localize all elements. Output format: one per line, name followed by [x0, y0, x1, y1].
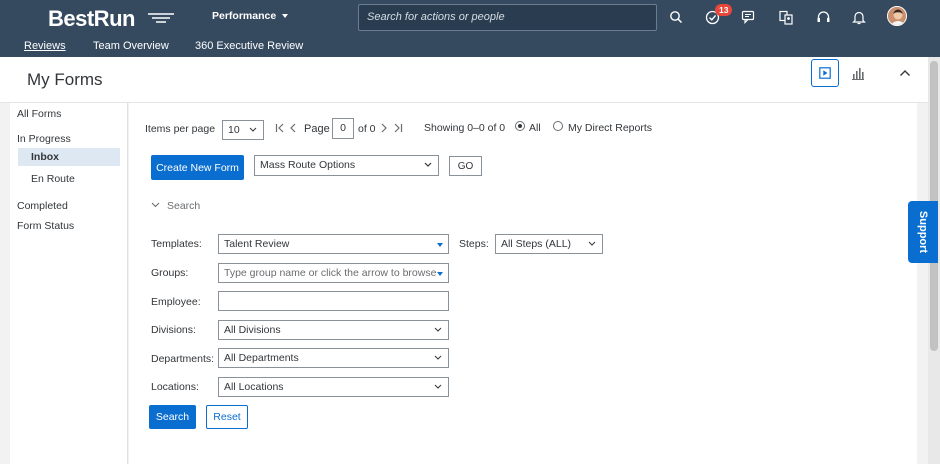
reset-button[interactable]: Reset	[206, 405, 248, 429]
radio-all-label: All	[529, 122, 541, 134]
page-number-input[interactable]: 0	[332, 118, 354, 139]
radio-all[interactable]	[515, 121, 525, 131]
create-new-form-button[interactable]: Create New Form	[151, 155, 244, 180]
dropdown-arrow-icon	[437, 243, 443, 247]
items-per-page-select[interactable]: 10	[222, 120, 264, 140]
notification-count-badge: 13	[715, 4, 733, 16]
chevron-up-icon	[900, 70, 910, 76]
next-page-icon[interactable]	[380, 123, 388, 133]
locations-label: Locations:	[151, 381, 199, 393]
shell-search-input[interactable]: Search for actions or people	[358, 4, 657, 31]
first-page-icon[interactable]	[275, 123, 287, 133]
chart-button[interactable]	[844, 59, 872, 87]
sidebar-item-form-status[interactable]: Form Status	[17, 220, 74, 232]
search-icon[interactable]	[667, 8, 685, 26]
nav-reviews[interactable]: Reviews	[24, 40, 66, 52]
search-button[interactable]: Search	[149, 405, 196, 429]
logo-lines-icon	[148, 13, 174, 23]
page-header: My Forms	[0, 57, 928, 103]
employee-label: Employee:	[151, 296, 201, 308]
chevron-down-icon	[249, 127, 257, 132]
people-icon[interactable]	[777, 8, 795, 26]
page-label: Page	[304, 123, 330, 135]
dropdown-arrow-icon	[437, 272, 443, 276]
employee-input[interactable]	[218, 291, 449, 311]
sidebar-item-inbox[interactable]: Inbox	[31, 151, 59, 163]
groups-placeholder: Type group name or click the arrow to br…	[224, 267, 437, 279]
nav-team-overview[interactable]: Team Overview	[93, 40, 169, 52]
chevron-down-icon	[434, 355, 442, 360]
templates-label: Templates:	[151, 238, 202, 250]
play-icon	[819, 67, 831, 79]
departments-value: All Departments	[224, 352, 299, 364]
shell-header: BestRun Performance Search for actions o…	[0, 0, 940, 57]
divisions-select[interactable]: All Divisions	[218, 320, 449, 340]
sidebar-item-all-forms[interactable]: All Forms	[17, 108, 61, 120]
sidebar-item-en-route[interactable]: En Route	[31, 173, 75, 185]
previous-page-icon[interactable]	[289, 123, 297, 133]
templates-value: Talent Review	[224, 238, 290, 250]
steps-value: All Steps (ALL)	[501, 238, 572, 250]
page-title: My Forms	[27, 70, 103, 89]
performance-menu-label: Performance	[212, 10, 277, 22]
user-avatar[interactable]	[887, 6, 907, 26]
last-page-icon[interactable]	[391, 123, 403, 133]
collapse-button[interactable]	[891, 59, 919, 87]
showing-count: Showing 0–0 of 0	[424, 122, 506, 134]
logo-text: BestRun	[48, 6, 135, 31]
bell-icon[interactable]	[850, 8, 868, 26]
support-label: Support	[917, 210, 930, 254]
main-content: Items per page 10 Page 0 of 0 Showing 0–…	[129, 103, 917, 464]
items-per-page-label: Items per page	[145, 123, 216, 135]
nav-360-executive-review[interactable]: 360 Executive Review	[195, 40, 303, 52]
groups-label: Groups:	[151, 267, 189, 279]
items-per-page-value: 10	[228, 124, 240, 136]
chevron-down-icon	[424, 162, 432, 167]
of-pages-label: of 0	[358, 123, 376, 135]
chevron-down-icon	[434, 384, 442, 389]
divisions-value: All Divisions	[224, 324, 281, 336]
locations-select[interactable]: All Locations	[218, 377, 449, 397]
forms-sidebar: All Forms In Progress Inbox En Route Com…	[10, 103, 128, 464]
sidebar-item-completed[interactable]: Completed	[17, 200, 68, 212]
steps-select[interactable]: All Steps (ALL)	[495, 234, 603, 254]
chat-icon[interactable]	[740, 8, 758, 26]
chevron-down-icon	[588, 241, 596, 246]
sidebar-item-in-progress[interactable]: In Progress	[17, 133, 71, 145]
steps-label: Steps:	[459, 238, 489, 250]
bestrun-logo[interactable]: BestRun	[48, 6, 178, 32]
radio-direct-reports[interactable]	[553, 121, 563, 131]
support-tab[interactable]: Support	[908, 201, 938, 263]
caret-down-icon	[282, 14, 289, 18]
departments-label: Departments:	[151, 353, 215, 365]
go-button[interactable]: GO	[449, 156, 482, 176]
divisions-label: Divisions:	[151, 324, 196, 336]
mass-route-value: Mass Route Options	[260, 159, 356, 171]
templates-select[interactable]: Talent Review	[218, 234, 449, 254]
locations-value: All Locations	[224, 381, 284, 393]
chevron-down-icon	[434, 327, 442, 332]
radio-direct-reports-label: My Direct Reports	[568, 122, 653, 134]
chevron-down-icon[interactable]	[151, 202, 160, 208]
bar-chart-icon	[852, 67, 864, 80]
search-section-toggle[interactable]: Search	[167, 200, 200, 212]
play-button[interactable]	[811, 59, 839, 87]
shell-nav: Reviews Team Overview 360 Executive Revi…	[0, 36, 940, 57]
headset-icon[interactable]	[814, 8, 832, 26]
performance-menu[interactable]: Performance	[212, 10, 289, 22]
groups-input[interactable]: Type group name or click the arrow to br…	[218, 263, 449, 283]
departments-select[interactable]: All Departments	[218, 348, 449, 368]
mass-route-select[interactable]: Mass Route Options	[254, 155, 439, 176]
